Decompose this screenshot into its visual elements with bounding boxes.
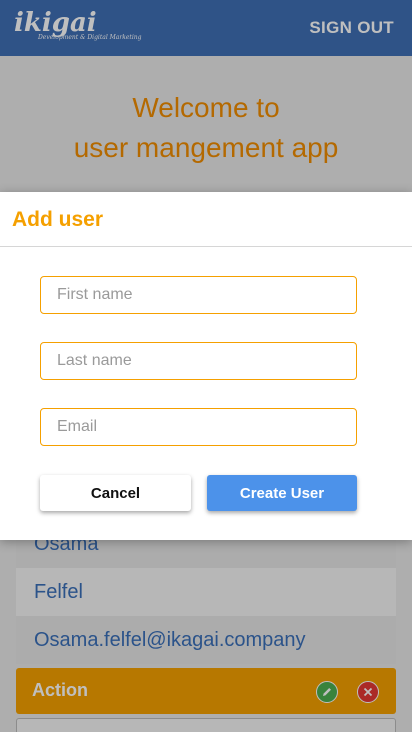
dialog-title: Add user [12, 208, 104, 231]
create-user-button[interactable]: Create User [207, 475, 357, 511]
cancel-button[interactable]: Cancel [40, 475, 191, 511]
dialog-divider [0, 246, 412, 247]
first-name-input[interactable] [40, 276, 357, 314]
last-name-input[interactable] [40, 342, 357, 380]
add-user-dialog: Add user Cancel Create User [0, 192, 412, 540]
email-input[interactable] [40, 408, 357, 446]
